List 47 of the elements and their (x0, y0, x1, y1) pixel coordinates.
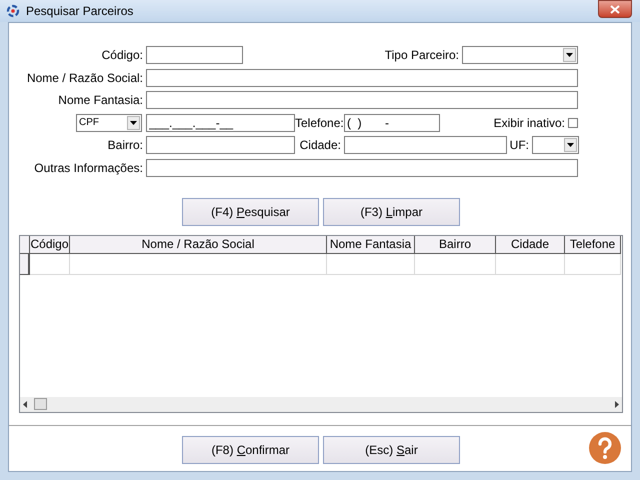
field-label: Exibir inativo: (492, 114, 566, 132)
help-icon[interactable] (588, 431, 622, 465)
column-header[interactable]: Código (30, 236, 70, 254)
text-field[interactable] (146, 91, 578, 109)
field-label: UF: (508, 137, 530, 154)
column-header[interactable]: Nome Fantasia (327, 236, 415, 254)
text-field[interactable] (146, 136, 295, 154)
field-label: Tipo Parceiro: (384, 47, 460, 64)
scroll-thumb[interactable] (34, 398, 47, 410)
table-cell (496, 254, 565, 274)
close-icon (610, 4, 620, 14)
scroll-right-icon[interactable] (615, 400, 619, 408)
document-type-dropdown[interactable]: CPF (76, 114, 142, 132)
table-cell (565, 254, 621, 274)
masked-field[interactable]: ___.___.___-__ (146, 114, 295, 132)
text-field[interactable] (146, 68, 578, 86)
field-label: Bairro: (106, 137, 144, 154)
phone-field[interactable]: ( ) - (344, 114, 440, 132)
action-button[interactable]: (Esc) Sair (323, 436, 460, 464)
field-label: Outras Informações: (33, 160, 144, 176)
text-field[interactable] (344, 136, 507, 154)
column-header[interactable]: Nome / Razão Social (70, 236, 327, 254)
column-header[interactable]: Telefone (565, 236, 621, 254)
field-label: Cidade: (298, 137, 342, 154)
app-icon (6, 4, 20, 18)
type-dropdown[interactable] (462, 46, 578, 64)
close-button[interactable] (598, 0, 632, 18)
field-label: Nome Fantasia: (57, 92, 144, 109)
scroll-left-icon[interactable] (23, 400, 27, 408)
column-header[interactable]: Cidade (496, 236, 565, 254)
window-title: Pesquisar Parceiros (26, 3, 134, 20)
field-label: Nome / Razão Social: (26, 70, 144, 86)
horizontal-scrollbar[interactable] (20, 396, 622, 412)
combo-value: CPF (79, 116, 99, 130)
grid-corner (20, 236, 30, 254)
row-indicator (20, 254, 30, 274)
field-label: Telefone: (295, 114, 344, 132)
text-field[interactable] (146, 158, 578, 176)
column-header[interactable]: Bairro (415, 236, 496, 254)
state-dropdown[interactable] (532, 136, 579, 154)
action-button[interactable]: (F8) Confirmar (182, 436, 319, 464)
action-button[interactable]: (F4) Pesquisar (182, 198, 319, 226)
field-label: Código: (100, 47, 144, 64)
checkbox[interactable] (568, 118, 578, 128)
action-button[interactable]: (F3) Limpar (323, 198, 460, 226)
table-cell (30, 254, 70, 274)
text-field[interactable] (146, 46, 243, 64)
